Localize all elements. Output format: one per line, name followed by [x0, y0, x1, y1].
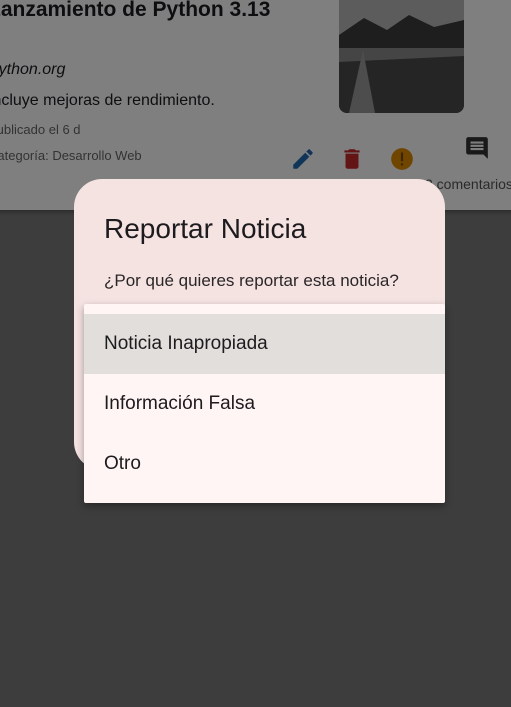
reason-dropdown-menu: Noticia Inapropiada Información Falsa Ot… — [84, 304, 445, 503]
menu-item-noticia-inapropiada[interactable]: Noticia Inapropiada — [84, 314, 445, 374]
menu-item-otro[interactable]: Otro — [84, 434, 445, 494]
dialog-prompt: ¿Por qué quieres reportar esta noticia? — [104, 271, 399, 290]
dialog-title: Reportar Noticia — [104, 213, 307, 244]
menu-item-informacion-falsa[interactable]: Información Falsa — [84, 374, 445, 434]
